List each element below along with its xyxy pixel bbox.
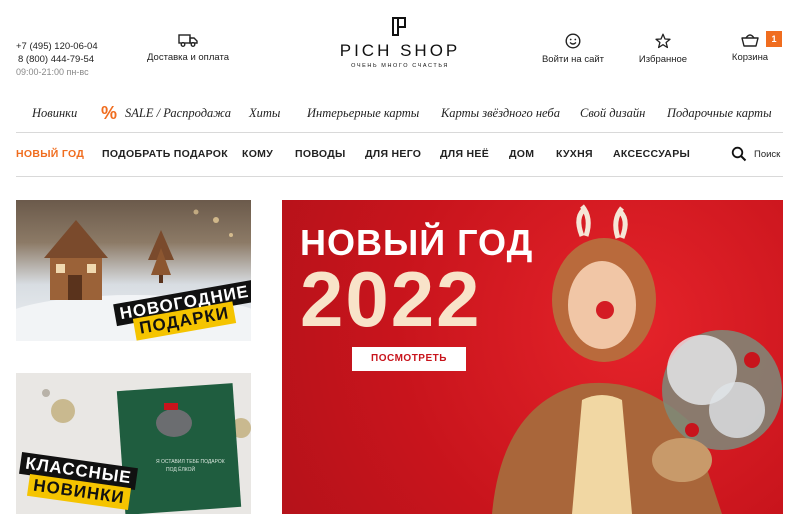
- phone-1[interactable]: +7 (495) 120-06-04: [16, 40, 98, 53]
- category-hits[interactable]: Хиты: [249, 106, 280, 121]
- site-logo[interactable]: PICH SHOP ОЧЕНЬ МНОГО СЧАСТЬЯ: [330, 14, 470, 69]
- search-label[interactable]: Поиск: [754, 149, 780, 160]
- nav-home[interactable]: ДОМ: [509, 148, 534, 160]
- nav-gift-finder[interactable]: ПОДОБРАТЬ ПОДАРОК: [102, 148, 228, 160]
- login-link[interactable]: Войти на сайт: [541, 33, 605, 65]
- contact-block: +7 (495) 120-06-04 8 (800) 444-79-54 09:…: [16, 40, 98, 79]
- nav-new-year[interactable]: НОВЫЙ ГОД: [16, 148, 84, 160]
- nav-occasions[interactable]: ПОВОДЫ: [295, 148, 346, 160]
- hero-banner[interactable]: НОВЫЙ ГОД 2022 ПОСМОТРЕТЬ: [282, 200, 783, 514]
- banner-new-items[interactable]: Я ОСТАВИЛ ТЕБЕ ПОДАРОК ПОД ЁЛКОЙ КЛАССНЫ…: [16, 373, 251, 514]
- smiley-icon: [565, 33, 581, 49]
- category-own-design[interactable]: Свой дизайн: [580, 106, 645, 121]
- favorites-label: Избранное: [638, 54, 688, 65]
- banner-new-year-gifts[interactable]: НОВОГОДНИЕ ПОДАРКИ: [16, 200, 251, 341]
- nav-for-whom[interactable]: КОМУ: [242, 148, 273, 160]
- divider: [16, 132, 783, 133]
- divider: [16, 176, 783, 177]
- logo-mark-icon: [392, 17, 406, 36]
- delivery-link[interactable]: Доставка и оплата: [146, 33, 230, 63]
- nav-for-him[interactable]: ДЛЯ НЕГО: [365, 148, 421, 160]
- hero-year: 2022: [300, 255, 482, 343]
- star-icon: [655, 33, 671, 49]
- category-gift-cards[interactable]: Подарочные карты: [667, 106, 772, 121]
- phone-2[interactable]: 8 (800) 444-79-54: [16, 53, 98, 66]
- cart-link[interactable]: Корзина: [730, 33, 770, 63]
- delivery-label: Доставка и оплата: [147, 52, 229, 63]
- category-star-maps[interactable]: Карты звёздного неба: [441, 106, 560, 121]
- truck-icon: [178, 34, 198, 47]
- cart-count-badge: 1: [766, 31, 782, 47]
- nav-kitchen[interactable]: КУХНЯ: [556, 148, 593, 160]
- svg-text:ПОД ЁЛКОЙ: ПОД ЁЛКОЙ: [166, 465, 196, 473]
- nav-for-her[interactable]: ДЛЯ НЕЁ: [440, 148, 489, 160]
- category-sale[interactable]: SALE / Распродажа: [125, 106, 231, 121]
- logo-tagline: ОЧЕНЬ МНОГО СЧАСТЬЯ: [351, 63, 449, 69]
- logo-name: PICH SHOP: [339, 41, 461, 60]
- category-links: Новинки % SALE / Распродажа Хиты Интерье…: [0, 103, 800, 124]
- working-hours: 09:00-21:00 пн-вс: [16, 67, 89, 77]
- search-icon[interactable]: [731, 146, 747, 162]
- favorites-link[interactable]: Избранное: [636, 33, 690, 65]
- basket-icon: [741, 34, 759, 47]
- cart-label: Корзина: [731, 52, 769, 63]
- category-new[interactable]: Новинки: [32, 106, 77, 121]
- svg-text:Я ОСТАВИЛ ТЕБЕ ПОДАРОК: Я ОСТАВИЛ ТЕБЕ ПОДАРОК: [156, 459, 225, 465]
- percent-icon: %: [101, 103, 118, 123]
- category-interior-maps[interactable]: Интерьерные карты: [307, 106, 419, 121]
- hero-view-button[interactable]: ПОСМОТРЕТЬ: [352, 347, 466, 371]
- nav-accessories[interactable]: АКСЕССУАРЫ: [613, 148, 690, 160]
- login-label: Войти на сайт: [541, 54, 605, 65]
